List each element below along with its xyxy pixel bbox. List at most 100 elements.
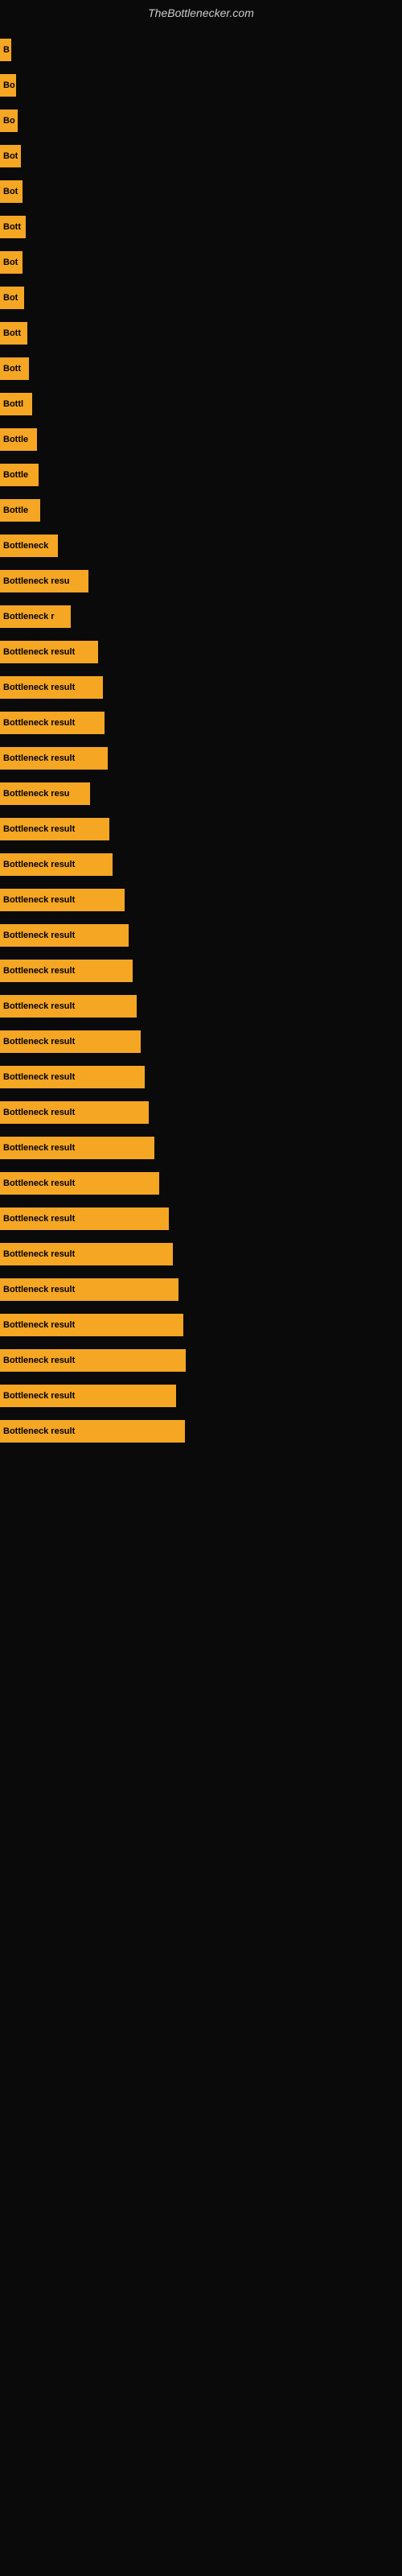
bar-row: Bottl — [0, 388, 402, 420]
bar-label: Bot — [3, 293, 18, 303]
bar-label: Bo — [3, 80, 15, 90]
bar-item: Bott — [0, 322, 27, 345]
bar-row: Bottleneck result — [0, 990, 402, 1022]
bar-label: Bottleneck result — [3, 1391, 75, 1401]
bar-item: Bo — [0, 74, 16, 97]
bar-item: Bottleneck result — [0, 960, 133, 982]
bar-label: Bottleneck result — [3, 966, 75, 976]
bar-label: Bottl — [3, 399, 23, 409]
bar-row: Bottleneck result — [0, 1061, 402, 1093]
bar-label: Bottleneck result — [3, 683, 75, 692]
bar-row: Bot — [0, 140, 402, 172]
bar-label: Bottleneck result — [3, 1143, 75, 1153]
bar-row: Bottleneck result — [0, 1167, 402, 1199]
bar-label: Bottleneck result — [3, 718, 75, 728]
bar-row: Bottleneck result — [0, 1415, 402, 1447]
bar-label: Bot — [3, 151, 18, 161]
bar-label: Bottleneck result — [3, 1249, 75, 1259]
bar-item: Bottle — [0, 499, 40, 522]
bar-label: Bottleneck result — [3, 895, 75, 905]
bar-row: Bottleneck result — [0, 636, 402, 668]
bar-row: Bottleneck result — [0, 1203, 402, 1235]
bar-row: Bottleneck result — [0, 671, 402, 704]
bar-item: Bottleneck result — [0, 712, 105, 734]
bar-row: Bo — [0, 105, 402, 137]
bar-item: Bot — [0, 145, 21, 167]
bar-row: Bottleneck result — [0, 884, 402, 916]
bar-item: Bo — [0, 109, 18, 132]
bar-label: Bottleneck result — [3, 753, 75, 763]
bar-item: Bottleneck result — [0, 1278, 178, 1301]
bar-item: Bottleneck resu — [0, 782, 90, 805]
bar-row: Bot — [0, 282, 402, 314]
bar-item: Bott — [0, 216, 26, 238]
bar-label: Bo — [3, 116, 15, 126]
bar-item: Bottleneck result — [0, 676, 103, 699]
bar-label: Bottleneck result — [3, 647, 75, 657]
bar-row: Bottle — [0, 423, 402, 456]
bar-row: Bottleneck result — [0, 1096, 402, 1129]
bar-row: Bottleneck result — [0, 1132, 402, 1164]
bar-item: Bottleneck result — [0, 1137, 154, 1159]
bar-item: Bottle — [0, 428, 37, 451]
bar-label: Bottleneck result — [3, 1179, 75, 1188]
bar-item: Bot — [0, 287, 24, 309]
bar-row: Bott — [0, 211, 402, 243]
bar-item: Bot — [0, 251, 23, 274]
bar-row: Bo — [0, 69, 402, 101]
bar-label: Bottleneck result — [3, 1356, 75, 1365]
bar-row: Bottleneck resu — [0, 778, 402, 810]
bar-row: Bottleneck result — [0, 1238, 402, 1270]
bar-label: Bottle — [3, 470, 28, 480]
bar-item: B — [0, 39, 11, 61]
site-title: TheBottlenecker.com — [0, 0, 402, 26]
bar-label: Bottleneck result — [3, 1320, 75, 1330]
bar-item: Bottleneck r — [0, 605, 71, 628]
bar-row: Bottleneck result — [0, 848, 402, 881]
bar-label: Bottleneck result — [3, 824, 75, 834]
bar-label: Bottleneck result — [3, 1037, 75, 1046]
bar-label: Bottleneck result — [3, 1072, 75, 1082]
bar-item: Bottleneck result — [0, 1066, 145, 1088]
bar-row: Bottleneck result — [0, 1026, 402, 1058]
bar-row: Bottleneck result — [0, 742, 402, 774]
bar-label: Bottleneck resu — [3, 789, 70, 799]
bar-row: Bot — [0, 175, 402, 208]
bar-item: Bottleneck result — [0, 1385, 176, 1407]
bar-row: Bottle — [0, 494, 402, 526]
bar-label: Bottleneck — [3, 541, 48, 551]
bar-item: Bottleneck result — [0, 1314, 183, 1336]
bar-label: Bott — [3, 328, 21, 338]
bar-item: Bottleneck result — [0, 1420, 185, 1443]
bar-item: Bottleneck result — [0, 995, 137, 1018]
bar-item: Bottl — [0, 393, 32, 415]
bar-label: Bottleneck result — [3, 860, 75, 869]
bar-item: Bott — [0, 357, 29, 380]
bar-label: Bot — [3, 258, 18, 267]
bar-row: Bottleneck result — [0, 1274, 402, 1306]
bar-label: Bottleneck resu — [3, 576, 70, 586]
bar-item: Bottleneck result — [0, 924, 129, 947]
bar-item: Bottleneck result — [0, 818, 109, 840]
bar-row: Bott — [0, 317, 402, 349]
bar-item: Bottleneck result — [0, 889, 125, 911]
bar-row: Bottleneck result — [0, 1344, 402, 1377]
bar-item: Bottleneck result — [0, 1101, 149, 1124]
bar-row: Bott — [0, 353, 402, 385]
bar-item: Bottleneck resu — [0, 570, 88, 592]
bar-row: Bottleneck result — [0, 1309, 402, 1341]
bar-row: Bottleneck result — [0, 955, 402, 987]
bar-item: Bottleneck result — [0, 1030, 141, 1053]
bar-item: Bottleneck result — [0, 747, 108, 770]
bar-item: Bottleneck result — [0, 1243, 173, 1265]
bar-row: Bottle — [0, 459, 402, 491]
bar-label: Bottle — [3, 435, 28, 444]
bar-label: Bott — [3, 222, 21, 232]
bar-label: Bottle — [3, 506, 28, 515]
bar-item: Bottleneck result — [0, 853, 113, 876]
bar-label: Bottleneck result — [3, 931, 75, 940]
bar-label: Bott — [3, 364, 21, 374]
bar-item: Bottleneck result — [0, 1349, 186, 1372]
bar-row: Bottleneck result — [0, 1380, 402, 1412]
bar-label: B — [3, 45, 10, 55]
